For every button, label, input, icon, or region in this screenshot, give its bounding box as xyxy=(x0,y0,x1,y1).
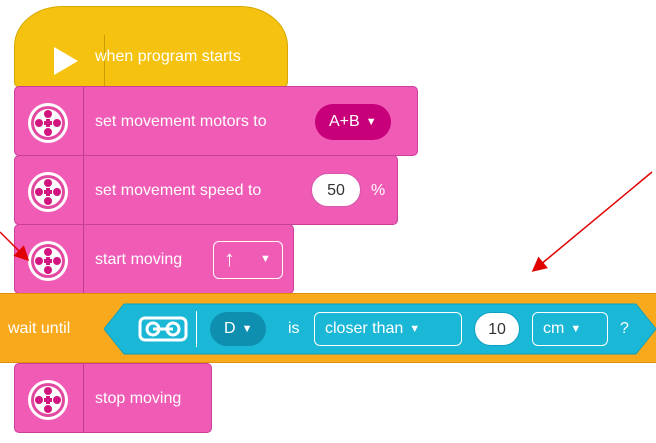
speed-input[interactable]: 50 xyxy=(311,173,361,207)
dropdown-caret-icon: ▼ xyxy=(260,253,271,265)
when-program-starts-block[interactable]: when program starts xyxy=(14,6,288,89)
question-mark: ? xyxy=(620,320,629,337)
is-label: is xyxy=(288,320,300,337)
block-label: set movement speed to xyxy=(95,182,262,199)
motor-wheel-icon xyxy=(28,172,68,212)
motor-wheel-icon xyxy=(28,241,68,281)
comparison-value: closer than xyxy=(325,320,404,338)
motor-icon-cell xyxy=(15,87,84,155)
port-dropdown[interactable]: D ▼ xyxy=(210,312,267,346)
annotation-arrow-right xyxy=(531,171,653,272)
dropdown-caret-icon: ▼ xyxy=(365,116,377,128)
block-label: stop moving xyxy=(95,390,182,407)
start-icon-cell xyxy=(29,35,105,89)
dropdown-caret-icon: ▼ xyxy=(409,323,421,335)
distance-input[interactable]: 10 xyxy=(474,312,520,346)
wait-until-block[interactable]: wait until D ▼ is closer than ▼ 10 cm ▼ ? xyxy=(0,293,656,363)
motors-dropdown[interactable]: A+B ▼ xyxy=(315,104,391,140)
block-label: when program starts xyxy=(95,48,241,65)
arrow-up-icon: ↑ xyxy=(224,246,235,271)
motor-icon-cell xyxy=(15,364,84,432)
motor-icon-cell xyxy=(15,225,84,293)
port-value: D xyxy=(224,320,236,338)
unit-dropdown[interactable]: cm ▼ xyxy=(532,312,608,346)
direction-dropdown[interactable]: ↑ ▼ xyxy=(213,241,283,279)
set-movement-speed-block[interactable]: set movement speed to 50 % xyxy=(14,155,398,225)
stop-moving-block[interactable]: stop moving xyxy=(14,363,212,433)
dropdown-caret-icon: ▼ xyxy=(241,323,253,335)
block-label: start moving xyxy=(95,251,183,268)
play-icon xyxy=(54,47,78,75)
comparison-dropdown[interactable]: closer than ▼ xyxy=(314,312,462,346)
motors-value: A+B xyxy=(329,113,360,131)
speed-unit: % xyxy=(371,182,386,199)
motor-wheel-icon xyxy=(28,103,68,143)
unit-value: cm xyxy=(543,320,565,338)
motor-wheel-icon xyxy=(28,380,68,420)
sensor-icon-cell xyxy=(134,311,197,347)
dropdown-caret-icon: ▼ xyxy=(570,323,582,335)
start-moving-block[interactable]: start moving ↑ ▼ xyxy=(14,224,294,294)
block-label: set movement motors to xyxy=(95,113,267,130)
block-label: wait until xyxy=(8,320,71,337)
motor-icon-cell xyxy=(15,156,84,224)
set-movement-motors-block[interactable]: set movement motors to A+B ▼ xyxy=(14,86,418,156)
distance-sensor-icon xyxy=(138,316,188,342)
